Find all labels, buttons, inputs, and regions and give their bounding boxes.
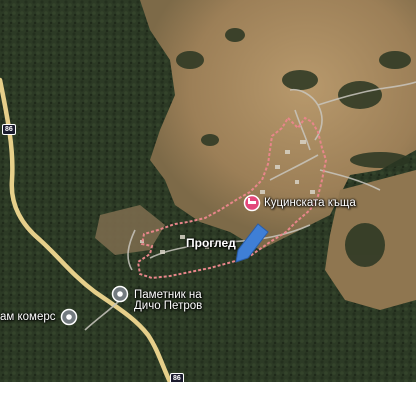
location-pin-icon[interactable] [111, 285, 129, 303]
map-canvas [0, 0, 416, 382]
label-progled-village[interactable]: Проглед [186, 237, 236, 250]
hotel-icon[interactable] [243, 194, 261, 212]
label-komers[interactable]: ам комерс [0, 311, 56, 324]
label-kutsinska-house[interactable]: Куцинската къща [264, 197, 356, 210]
road-shield: 86 [2, 124, 16, 135]
road-shield: 86 [170, 373, 184, 382]
bottom-strip [0, 382, 416, 400]
satellite-map[interactable]: 86 86 Куцинската къща Проглед Паметник н… [0, 0, 416, 382]
label-pametnik-line2[interactable]: Дичо Петров [134, 300, 202, 313]
location-pin-icon[interactable] [60, 308, 78, 326]
